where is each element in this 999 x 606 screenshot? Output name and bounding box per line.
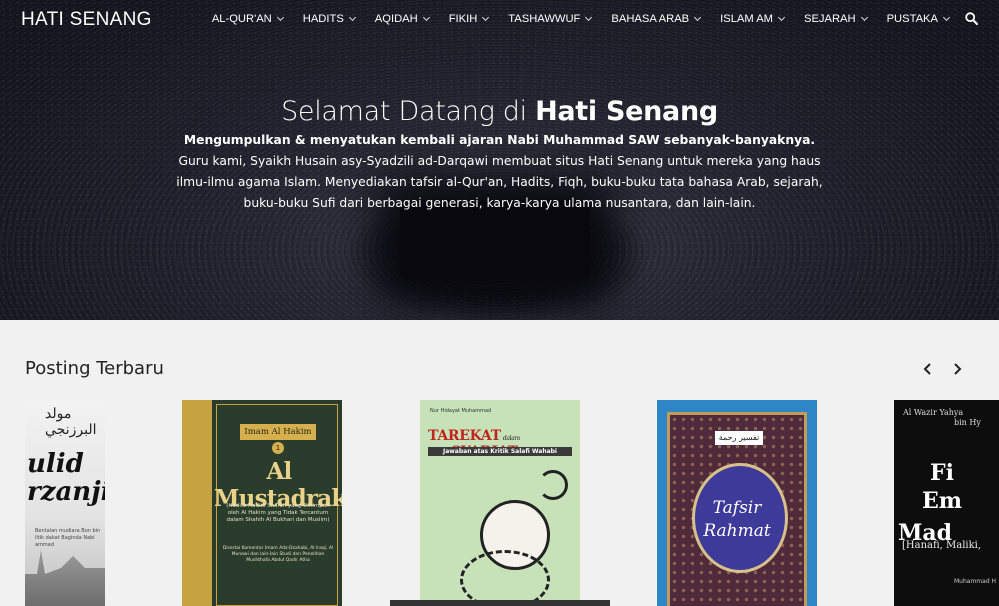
book-author-2: bin Hy bbox=[954, 418, 981, 427]
hero-title: Selamat Datang di Hati Senang bbox=[0, 96, 999, 127]
book-description-2: Disertai Komentar Imam Adz-Dzahabi, Al I… bbox=[222, 546, 334, 563]
mosque-illustration bbox=[25, 550, 105, 606]
chevron-down-icon bbox=[777, 13, 786, 22]
menu-item-tashawwuf[interactable]: TASHAWWUF bbox=[508, 13, 593, 25]
book-subtitle: Jawaban atas Kritik Salafi Wahabi bbox=[428, 447, 572, 456]
book-cover-tafsir-rahmat[interactable]: تفسير رحمة Tafsir Rahmat bbox=[657, 400, 817, 606]
menu-item-pustaka[interactable]: PUSTAKA bbox=[886, 13, 951, 25]
volume-number: 1 bbox=[272, 442, 284, 454]
hero-title-bold: Hati Senang bbox=[535, 96, 718, 127]
chevron-down-icon bbox=[348, 13, 356, 22]
book-title-line-1: Fi bbox=[930, 460, 954, 486]
site-logo[interactable]: HATI SENANG bbox=[21, 9, 152, 31]
hover-caption-bar bbox=[390, 600, 610, 606]
title-oval bbox=[692, 463, 788, 573]
menu-label: ISLAM AM bbox=[720, 13, 773, 25]
top-navbar: HATI SENANG AL-QUR'AN HADITS AQIDAH FIKI… bbox=[0, 0, 999, 40]
hero-subtitle: Mengumpulkan & menyatukan kembali ajaran… bbox=[183, 133, 816, 147]
main-menu: AL-QUR'AN HADITS AQIDAH FIKIH TASHAWWUF … bbox=[192, 13, 951, 25]
menu-item-sejarah[interactable]: SEJARAH bbox=[803, 13, 868, 25]
menu-item-islam-am[interactable]: ISLAM AM bbox=[720, 13, 786, 25]
cover-panel: تفسير رحمة Tafsir Rahmat bbox=[667, 412, 807, 606]
menu-label: AL-QUR'AN bbox=[211, 13, 272, 25]
search-icon[interactable] bbox=[965, 12, 978, 25]
chevron-down-icon bbox=[482, 13, 490, 22]
hero-description: Guru kami, Syaikh Husain asy-Syadzili ad… bbox=[176, 154, 823, 210]
chevron-left-icon[interactable] bbox=[922, 363, 934, 375]
book-subtitle: [Hanafi, Maliki, bbox=[902, 540, 982, 551]
book-author: Al Wazir Yahya bbox=[903, 408, 964, 417]
menu-item-aqidah[interactable]: AQIDAH bbox=[374, 13, 430, 25]
book-title-line: ulid bbox=[27, 449, 84, 479]
book-cover-fiqh-empat-madzhab[interactable]: Al Wazir Yahya bin Hy Fi Em Mad [Hanafi,… bbox=[894, 400, 999, 606]
chevron-down-icon bbox=[694, 13, 702, 22]
menu-label: HADITS bbox=[302, 13, 344, 25]
section-title: Posting Terbaru bbox=[25, 358, 164, 379]
menu-label: SEJARAH bbox=[803, 13, 856, 25]
book-title-line-1: Tafsir bbox=[712, 498, 762, 518]
hero-text: Selamat Datang di Hati Senang Mengumpulk… bbox=[0, 96, 999, 214]
menu-label: FIKIH bbox=[448, 13, 478, 25]
book-title-line-2: Rahmat bbox=[703, 521, 771, 541]
book-author: Nur Hidayat Muhammad bbox=[430, 408, 492, 414]
menu-item-hadits[interactable]: HADITS bbox=[302, 13, 356, 25]
menu-label: TASHAWWUF bbox=[508, 13, 581, 25]
chevron-down-icon bbox=[942, 13, 951, 22]
hero-banner: HATI SENANG AL-QUR'AN HADITS AQIDAH FIKI… bbox=[0, 0, 999, 320]
chevron-down-icon bbox=[276, 13, 284, 22]
book-title-line-2: Em bbox=[922, 488, 963, 514]
chevron-down-icon bbox=[422, 13, 430, 22]
book-title-a: TAREKAT bbox=[428, 428, 501, 444]
latest-posts-section: Posting Terbaru مولد البرزنجي ulid rzanji… bbox=[0, 320, 999, 606]
book-cover-tarekat-syariat[interactable]: Nur Hidayat Muhammad TAREKATdalam Sebuah… bbox=[420, 400, 580, 606]
chevron-down-icon bbox=[585, 13, 593, 22]
menu-label: BAHASA ARAB bbox=[611, 13, 690, 25]
hero-title-prefix: Selamat Datang di bbox=[281, 96, 536, 127]
chain-illustration bbox=[460, 550, 550, 606]
menu-item-fikih[interactable]: FIKIH bbox=[448, 13, 490, 25]
hook-illustration bbox=[538, 470, 568, 500]
menu-item-bahasa-arab[interactable]: BAHASA ARAB bbox=[611, 13, 702, 25]
book-arabic-title: تفسير رحمة bbox=[715, 431, 763, 445]
book-title-line: rzanji bbox=[27, 477, 105, 507]
book-arabic-title: مولد البرزنجي bbox=[45, 406, 97, 438]
menu-label: AQIDAH bbox=[374, 13, 418, 25]
chevron-down-icon bbox=[860, 13, 868, 22]
book-description: (Hadits-Hadits Shahih yang Dihimpun oleh… bbox=[226, 503, 330, 523]
book-editor: Muhammad H bbox=[954, 578, 997, 585]
book-caption: Bentalan mudiara Bon bin litik dakat Bag… bbox=[35, 528, 101, 548]
book-title: ulid rzanji bbox=[27, 450, 105, 506]
book-cover-maulid-barzanji[interactable]: مولد البرزنجي ulid rzanji Bentalan mudiar… bbox=[25, 400, 105, 606]
menu-label: PUSTAKA bbox=[886, 13, 938, 25]
menu-item-al-quran[interactable]: AL-QUR'AN bbox=[211, 13, 284, 25]
chevron-right-icon[interactable] bbox=[951, 363, 963, 375]
book-cover-al-mustadrak[interactable]: Imam Al Hakim 1 Al Mustadrak (Hadits-Had… bbox=[182, 400, 342, 606]
book-author: Imam Al Hakim bbox=[240, 424, 316, 440]
